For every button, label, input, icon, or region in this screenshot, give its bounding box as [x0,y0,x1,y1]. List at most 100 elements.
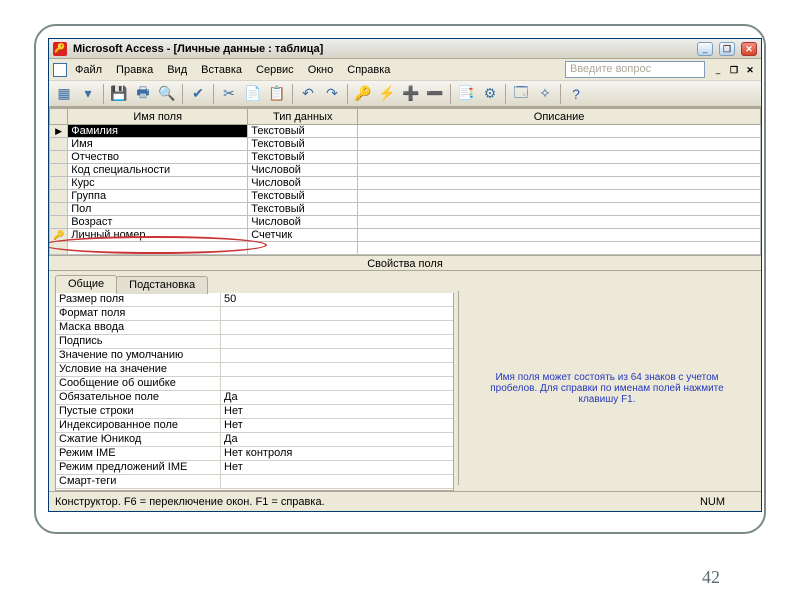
doc-minimize-button[interactable]: _ [711,63,725,77]
property-label: Пустые строки [56,405,221,418]
field-name-cell[interactable] [68,242,248,255]
row-selector[interactable]: ▶ [50,125,68,138]
description-cell[interactable] [358,177,761,190]
spelling-button[interactable]: ✔ [187,83,209,105]
data-type-cell[interactable] [248,242,358,255]
row-selector[interactable] [50,216,68,229]
description-cell[interactable] [358,203,761,216]
menu-service[interactable]: Сервис [250,62,300,78]
close-button[interactable]: ✕ [741,42,757,56]
copy-button[interactable]: 📄 [242,83,264,105]
menu-help[interactable]: Справка [341,62,396,78]
property-value[interactable]: Нет [221,419,453,432]
property-value[interactable]: Нет контроля [221,447,453,460]
col-description[interactable]: Описание [358,109,761,125]
primary-key-button[interactable]: 🔑 [352,83,374,105]
row-selector[interactable] [50,138,68,151]
field-name-cell[interactable]: Имя [68,138,248,151]
print-preview-button[interactable]: 🔍 [156,83,178,105]
menu-file[interactable]: Файл [69,62,108,78]
build-button[interactable]: ⚙ [479,83,501,105]
properties-button[interactable]: 📑 [455,83,477,105]
col-field-name[interactable]: Имя поля [68,109,248,125]
insert-rows-button[interactable]: ➕ [400,83,422,105]
property-value[interactable] [221,349,453,362]
data-type-cell[interactable]: Числовой [248,177,358,190]
indexes-button[interactable]: ⚡ [376,83,398,105]
property-value[interactable]: Нет [221,461,453,474]
row-selector[interactable] [50,151,68,164]
save-button[interactable]: 💾 [108,83,130,105]
doc-restore-button[interactable]: ❐ [727,63,741,77]
property-value[interactable] [221,307,453,320]
ask-question-input[interactable]: Введите вопрос [565,61,705,78]
data-type-cell[interactable]: Текстовый [248,151,358,164]
property-value[interactable]: Да [221,391,453,404]
paste-button[interactable]: 📋 [266,83,288,105]
undo-button[interactable]: ↶ [297,83,319,105]
help-button[interactable]: ? [565,83,587,105]
application-window: Microsoft Access - [Личные данные : табл… [48,38,762,512]
view-mode-button[interactable]: ▦ [53,83,75,105]
property-value[interactable]: Да [221,433,453,446]
description-cell[interactable] [358,190,761,203]
description-cell[interactable] [358,216,761,229]
menu-window[interactable]: Окно [302,62,340,78]
field-name-cell[interactable]: Фамилия [68,125,248,138]
property-value[interactable]: Нет [221,405,453,418]
delete-rows-button[interactable]: ➖ [424,83,446,105]
col-data-type[interactable]: Тип данных [248,109,358,125]
data-type-cell[interactable]: Текстовый [248,190,358,203]
restore-button[interactable]: ❐ [719,42,735,56]
row-selector[interactable] [50,190,68,203]
lower-pane: Общие Подстановка Размер поля50Формат по… [49,271,761,491]
property-value[interactable] [221,377,453,390]
field-name-cell[interactable]: Группа [68,190,248,203]
description-cell[interactable] [358,125,761,138]
description-cell[interactable] [358,151,761,164]
property-value[interactable]: 50 [221,293,453,306]
menu-edit[interactable]: Правка [110,62,159,78]
property-row: Обязательное полеДа [56,391,453,405]
data-type-cell[interactable]: Текстовый [248,203,358,216]
tab-lookup[interactable]: Подстановка [116,276,208,294]
data-type-cell[interactable]: Числовой [248,164,358,177]
menu-insert[interactable]: Вставка [195,62,248,78]
property-value[interactable] [221,363,453,376]
dropdown-icon[interactable]: ▾ [77,83,99,105]
description-cell[interactable] [358,242,761,255]
tab-general[interactable]: Общие [55,275,117,293]
field-name-cell[interactable]: Отчество [68,151,248,164]
field-name-cell[interactable]: Пол [68,203,248,216]
data-type-cell[interactable]: Числовой [248,216,358,229]
new-object-button[interactable]: ✧ [534,83,556,105]
property-value[interactable] [221,475,453,488]
property-label: Режим предложений IME [56,461,221,474]
minimize-button[interactable]: _ [697,42,713,56]
row-selector[interactable]: 🔑 [50,229,68,242]
menu-view[interactable]: Вид [161,62,193,78]
data-type-cell[interactable]: Текстовый [248,138,358,151]
description-cell[interactable] [358,138,761,151]
row-selector[interactable] [50,164,68,177]
description-cell[interactable] [358,164,761,177]
cut-button[interactable]: ✂ [218,83,240,105]
field-name-cell[interactable]: Код специальности [68,164,248,177]
row-selector[interactable] [50,242,68,255]
field-name-cell[interactable]: Личный номер [68,229,248,242]
data-type-cell[interactable]: Текстовый [248,125,358,138]
redo-button[interactable]: ↷ [321,83,343,105]
database-window-button[interactable]: 🗔 [510,83,532,105]
row-selector[interactable] [50,177,68,190]
print-button[interactable]: 🖶 [132,83,154,105]
property-tabs: Общие Подстановка [55,275,454,293]
property-value[interactable] [221,321,453,334]
property-label: Режим IME [56,447,221,460]
data-type-cell[interactable]: Счетчик [248,229,358,242]
doc-close-button[interactable]: ✕ [743,63,757,77]
field-name-cell[interactable]: Курс [68,177,248,190]
description-cell[interactable] [358,229,761,242]
property-value[interactable] [221,335,453,348]
row-selector[interactable] [50,203,68,216]
field-name-cell[interactable]: Возраст [68,216,248,229]
